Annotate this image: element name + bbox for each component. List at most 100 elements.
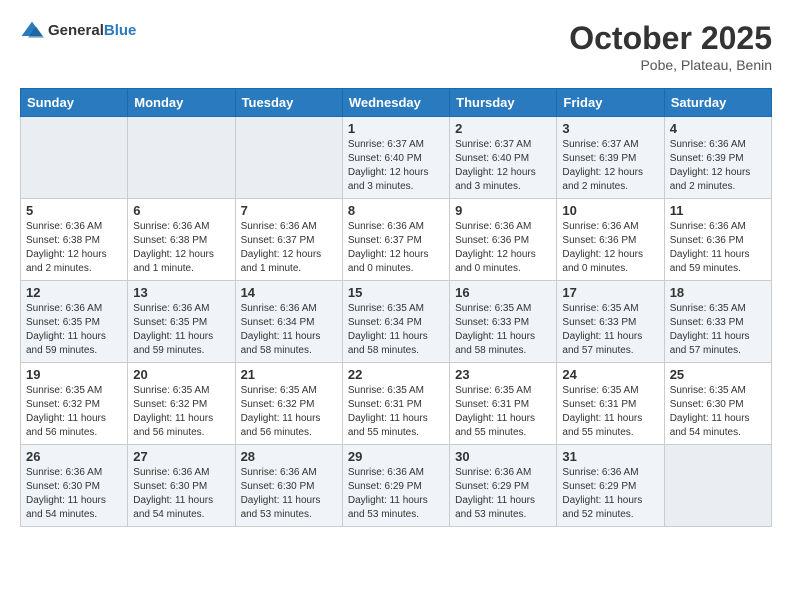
calendar-cell: 31 Sunrise: 6:36 AMSunset: 6:29 PMDayligh… [557, 445, 664, 527]
calendar-cell: 10 Sunrise: 6:36 AMSunset: 6:36 PMDayligh… [557, 199, 664, 281]
weekday-header-saturday: Saturday [664, 89, 771, 117]
month-title: October 2025 [569, 20, 772, 57]
day-number: 18 [670, 285, 766, 300]
day-number: 1 [348, 121, 444, 136]
day-info: Sunrise: 6:36 AMSunset: 6:30 PMDaylight:… [26, 466, 122, 522]
day-number: 13 [133, 285, 229, 300]
day-info: Sunrise: 6:36 AMSunset: 6:30 PMDaylight:… [133, 466, 229, 522]
location-subtitle: Pobe, Plateau, Benin [569, 57, 772, 73]
day-number: 17 [562, 285, 658, 300]
calendar-cell [21, 117, 128, 199]
weekday-header-monday: Monday [128, 89, 235, 117]
calendar-cell: 22 Sunrise: 6:35 AMSunset: 6:31 PMDayligh… [342, 363, 449, 445]
calendar-cell: 4 Sunrise: 6:36 AMSunset: 6:39 PMDaylight… [664, 117, 771, 199]
calendar-cell: 23 Sunrise: 6:35 AMSunset: 6:31 PMDayligh… [450, 363, 557, 445]
day-number: 6 [133, 203, 229, 218]
calendar-week-5: 26Sunrise: 6:36 AMSunset: 6:30 PMDayligh… [21, 445, 772, 527]
logo: GeneralBlue [20, 20, 136, 40]
calendar-table: SundayMondayTuesdayWednesdayThursdayFrid… [20, 88, 772, 527]
calendar-cell: 27 Sunrise: 6:36 AMSunset: 6:30 PMDayligh… [128, 445, 235, 527]
day-number: 9 [455, 203, 551, 218]
calendar-cell: 9Sunrise: 6:36 AMSunset: 6:36 PMDaylight… [450, 199, 557, 281]
day-number: 5 [26, 203, 122, 218]
day-number: 7 [241, 203, 337, 218]
calendar-cell: 25Sunrise: 6:35 AMSunset: 6:30 PMDayligh… [664, 363, 771, 445]
calendar-cell: 21 Sunrise: 6:35 AMSunset: 6:32 PMDayligh… [235, 363, 342, 445]
day-info: Sunrise: 6:36 AMSunset: 6:34 PMDaylight:… [241, 302, 337, 358]
day-info: Sunrise: 6:36 AMSunset: 6:29 PMDaylight:… [348, 466, 444, 522]
day-info: Sunrise: 6:35 AMSunset: 6:31 PMDaylight:… [562, 384, 658, 440]
calendar-cell: 14 Sunrise: 6:36 AMSunset: 6:34 PMDayligh… [235, 281, 342, 363]
day-number: 31 [562, 449, 658, 464]
day-number: 15 [348, 285, 444, 300]
day-info: Sunrise: 6:37 AMSunset: 6:39 PMDaylight:… [562, 138, 658, 194]
day-info: Sunrise: 6:36 AMSunset: 6:38 PMDaylight:… [26, 220, 122, 276]
calendar-cell: 28 Sunrise: 6:36 AMSunset: 6:30 PMDayligh… [235, 445, 342, 527]
calendar-cell [128, 117, 235, 199]
calendar-cell [664, 445, 771, 527]
day-number: 28 [241, 449, 337, 464]
day-info: Sunrise: 6:35 AMSunset: 6:32 PMDaylight:… [133, 384, 229, 440]
day-info: Sunrise: 6:35 AMSunset: 6:32 PMDaylight:… [26, 384, 122, 440]
day-number: 14 [241, 285, 337, 300]
calendar-cell: 1 Sunrise: 6:37 AMSunset: 6:40 PMDaylight… [342, 117, 449, 199]
day-number: 21 [241, 367, 337, 382]
day-info: Sunrise: 6:36 AMSunset: 6:38 PMDaylight:… [133, 220, 229, 276]
calendar-cell: 5 Sunrise: 6:36 AMSunset: 6:38 PMDaylight… [21, 199, 128, 281]
day-info: Sunrise: 6:35 AMSunset: 6:31 PMDaylight:… [348, 384, 444, 440]
day-number: 23 [455, 367, 551, 382]
day-number: 24 [562, 367, 658, 382]
day-info: Sunrise: 6:35 AMSunset: 6:33 PMDaylight:… [562, 302, 658, 358]
day-number: 4 [670, 121, 766, 136]
calendar-cell: 15 Sunrise: 6:35 AMSunset: 6:34 PMDayligh… [342, 281, 449, 363]
day-number: 8 [348, 203, 444, 218]
day-info: Sunrise: 6:35 AMSunset: 6:32 PMDaylight:… [241, 384, 337, 440]
day-info: Sunrise: 6:35 AMSunset: 6:34 PMDaylight:… [348, 302, 444, 358]
day-info: Sunrise: 6:36 AMSunset: 6:29 PMDaylight:… [562, 466, 658, 522]
day-number: 11 [670, 203, 766, 218]
weekday-header-thursday: Thursday [450, 89, 557, 117]
calendar-cell: 6 Sunrise: 6:36 AMSunset: 6:38 PMDaylight… [128, 199, 235, 281]
day-info: Sunrise: 6:35 AMSunset: 6:33 PMDaylight:… [455, 302, 551, 358]
day-info: Sunrise: 6:36 AMSunset: 6:36 PMDaylight:… [670, 220, 766, 276]
calendar-cell: 20Sunrise: 6:35 AMSunset: 6:32 PMDayligh… [128, 363, 235, 445]
calendar-week-4: 19Sunrise: 6:35 AMSunset: 6:32 PMDayligh… [21, 363, 772, 445]
header: GeneralBlue October 2025 Pobe, Plateau, … [20, 20, 772, 73]
day-number: 16 [455, 285, 551, 300]
calendar-cell: 19Sunrise: 6:35 AMSunset: 6:32 PMDayligh… [21, 363, 128, 445]
day-number: 22 [348, 367, 444, 382]
weekday-header-sunday: Sunday [21, 89, 128, 117]
calendar-cell: 11 Sunrise: 6:36 AMSunset: 6:36 PMDayligh… [664, 199, 771, 281]
day-info: Sunrise: 6:37 AMSunset: 6:40 PMDaylight:… [348, 138, 444, 194]
day-info: Sunrise: 6:35 AMSunset: 6:30 PMDaylight:… [670, 384, 766, 440]
calendar-cell: 8 Sunrise: 6:36 AMSunset: 6:37 PMDaylight… [342, 199, 449, 281]
logo-text: GeneralBlue [48, 22, 136, 39]
day-number: 29 [348, 449, 444, 464]
calendar-cell: 30 Sunrise: 6:36 AMSunset: 6:29 PMDayligh… [450, 445, 557, 527]
day-number: 27 [133, 449, 229, 464]
calendar-week-2: 5 Sunrise: 6:36 AMSunset: 6:38 PMDaylight… [21, 199, 772, 281]
calendar-cell: 12 Sunrise: 6:36 AMSunset: 6:35 PMDayligh… [21, 281, 128, 363]
logo-icon [20, 20, 44, 40]
day-info: Sunrise: 6:36 AMSunset: 6:35 PMDaylight:… [26, 302, 122, 358]
day-info: Sunrise: 6:36 AMSunset: 6:39 PMDaylight:… [670, 138, 766, 194]
day-number: 12 [26, 285, 122, 300]
day-number: 3 [562, 121, 658, 136]
day-info: Sunrise: 6:36 AMSunset: 6:29 PMDaylight:… [455, 466, 551, 522]
calendar-cell: 17 Sunrise: 6:35 AMSunset: 6:33 PMDayligh… [557, 281, 664, 363]
day-info: Sunrise: 6:36 AMSunset: 6:37 PMDaylight:… [348, 220, 444, 276]
weekday-header-friday: Friday [557, 89, 664, 117]
calendar-week-1: 1 Sunrise: 6:37 AMSunset: 6:40 PMDaylight… [21, 117, 772, 199]
day-info: Sunrise: 6:35 AMSunset: 6:33 PMDaylight:… [670, 302, 766, 358]
day-number: 10 [562, 203, 658, 218]
weekday-header-wednesday: Wednesday [342, 89, 449, 117]
day-number: 30 [455, 449, 551, 464]
calendar-cell: 29 Sunrise: 6:36 AMSunset: 6:29 PMDayligh… [342, 445, 449, 527]
weekday-header-tuesday: Tuesday [235, 89, 342, 117]
day-info: Sunrise: 6:36 AMSunset: 6:30 PMDaylight:… [241, 466, 337, 522]
weekday-header-row: SundayMondayTuesdayWednesdayThursdayFrid… [21, 89, 772, 117]
calendar-cell: 2Sunrise: 6:37 AMSunset: 6:40 PMDaylight… [450, 117, 557, 199]
day-info: Sunrise: 6:36 AMSunset: 6:36 PMDaylight:… [562, 220, 658, 276]
day-info: Sunrise: 6:35 AMSunset: 6:31 PMDaylight:… [455, 384, 551, 440]
day-number: 2 [455, 121, 551, 136]
